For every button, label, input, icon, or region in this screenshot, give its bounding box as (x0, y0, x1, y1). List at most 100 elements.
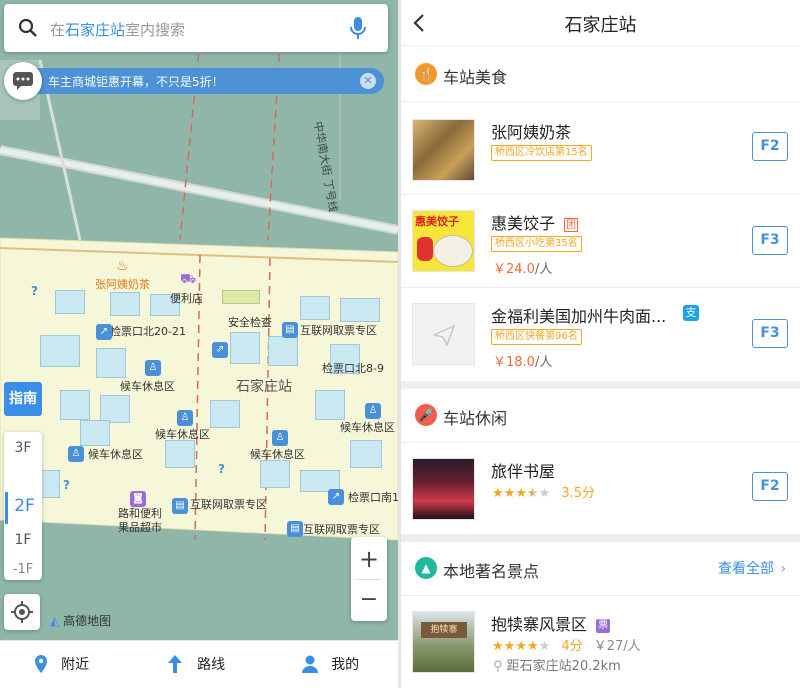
map-label-waiting-area-1[interactable]: 候车休息区 (120, 378, 175, 394)
half-star-icon: ★ (526, 486, 539, 501)
search-input[interactable]: 在石家庄站室内搜索 (50, 19, 185, 40)
empty-star-icon: ★ (538, 639, 551, 654)
floor-button[interactable]: F2 (752, 472, 788, 501)
floor-b1[interactable]: -1F (4, 562, 42, 577)
ticket-icon[interactable]: ▤ (282, 322, 298, 338)
list-item[interactable]: 抱犊寨 抱犊寨风景区 票 ★★★★★ 4分 ￥27/人 ⚲ 距石家庄站20.2k… (401, 597, 800, 688)
map-label-waiting-area-4[interactable]: 候车休息区 (88, 446, 143, 462)
map-label-waiting-area-5[interactable]: 候车休息区 (250, 446, 305, 462)
gate-icon[interactable]: ↗ (96, 324, 112, 340)
dumpling-photo: 惠美饺子 (412, 210, 475, 272)
map-label-road-market-2[interactable]: 果品超市 (118, 519, 162, 535)
escalator-icon[interactable]: ⇗ (212, 342, 228, 358)
star-rating: ★★★★★ 4分 ￥27/人 (492, 635, 641, 654)
star-icon: ★ (503, 486, 516, 501)
bottom-nav: 附近 路线 我的 (0, 640, 398, 688)
list-item[interactable]: 张阿姨奶茶 桥西区冷饮店第15名 F2 (401, 103, 800, 195)
indoor-search-bar[interactable]: 在石家庄站室内搜索 (4, 4, 388, 52)
map-label-gate-south[interactable]: 检票口南16 (348, 489, 398, 505)
store-cart-icon[interactable]: ⛟ (180, 272, 196, 289)
guide-button[interactable]: 指南 (4, 382, 42, 416)
mountain-icon: ▲ (415, 557, 437, 579)
rating-score: 3.5分 (561, 486, 596, 501)
floor-selector[interactable]: 3F 2F 1F -1F (4, 432, 42, 580)
zoom-in-button[interactable]: + (351, 539, 387, 579)
scenic-gate-sign: 抱犊寨 (421, 622, 467, 638)
dumpling-plate (433, 235, 473, 267)
mascot-figure (417, 237, 433, 261)
star-rating: ★★★★★ 3.5分 (492, 482, 595, 501)
nav-route[interactable]: 路线 (168, 653, 225, 674)
info-question-icon[interactable]: ? (63, 478, 70, 492)
map-label-internet-ticket-2[interactable]: 互联网取票专区 (190, 496, 267, 512)
nav-route-label: 路线 (197, 656, 226, 673)
waiting-seat-icon[interactable]: ♙ (145, 360, 161, 376)
floor-2f-active[interactable]: 2F (5, 492, 41, 524)
route-arrow-icon (168, 654, 182, 673)
microphone-icon: 🎤 (415, 404, 437, 426)
map-label-waiting-area-3[interactable]: 候车休息区 (155, 426, 210, 442)
map-label-waiting-area-2[interactable]: 候车休息区 (340, 419, 395, 435)
chevron-right-icon: › (780, 561, 787, 577)
map-label-milk-tea[interactable]: 张阿姨奶茶 (95, 276, 150, 292)
view-all-label: 查看全部 (718, 561, 774, 577)
scenic-photo: 抱犊寨 (412, 611, 475, 673)
ticket-icon[interactable]: ▤ (287, 521, 303, 537)
ticket-badge: 票 (596, 618, 611, 633)
waiting-seat-icon[interactable]: ♙ (177, 410, 193, 426)
item-name: 旅伴书屋 (491, 462, 556, 481)
item-name: 张阿姨奶茶 (491, 123, 572, 142)
list-item[interactable]: 金福利美国加州牛肉面... 支 桥西区快餐第96名 ￥18.0/人 F3 (401, 289, 800, 381)
paper-plane-icon (433, 324, 455, 346)
waiting-seat-icon[interactable]: ♙ (68, 446, 84, 462)
chat-bubble-icon (13, 72, 33, 90)
food-section-header: 🍴 车站美食 (401, 48, 800, 102)
drink-icon[interactable]: ♨ (116, 258, 129, 274)
shopping-bag-icon[interactable]: ◙ (130, 491, 146, 507)
nav-mine[interactable]: 我的 (302, 653, 359, 674)
map-label-internet-ticket-1[interactable]: 互联网取票专区 (300, 322, 377, 338)
page-title: 石家庄站 (564, 15, 637, 36)
list-item[interactable]: 旅伴书屋 ★★★★★ 3.5分 F2 (401, 444, 800, 534)
indoor-map-panel[interactable]: 张阿姨奶茶 便利店 安全检查 检票口北20-21 互联网取票专区 检票口北8-9… (0, 0, 398, 688)
empty-star-icon: ★ (538, 486, 551, 501)
list-item[interactable]: 惠美饺子 惠美饺子 团 桥西区小吃第35名 ￥24.0/人 F3 (401, 196, 800, 288)
section-gap (401, 381, 800, 389)
nav-mine-label: 我的 (331, 656, 360, 673)
map-label-convenience-store[interactable]: 便利店 (170, 290, 203, 306)
map-label-security-check[interactable]: 安全检查 (228, 314, 272, 330)
map-label-gate-north-8-9[interactable]: 检票口北8-9 (322, 360, 384, 376)
floor-1f[interactable]: 1F (4, 532, 42, 548)
search-placeholder-prefix: 在 (50, 21, 66, 39)
alipay-badge: 支 (683, 305, 699, 321)
ticket-icon[interactable]: ▤ (172, 498, 188, 514)
gate-icon[interactable]: ↗ (328, 489, 344, 505)
location-pin-icon (35, 654, 47, 673)
floor-button[interactable]: F3 (752, 319, 788, 348)
waiting-seat-icon[interactable]: ♙ (365, 403, 381, 419)
floor-button[interactable]: F3 (752, 226, 788, 255)
floor-3f[interactable]: 3F (4, 440, 42, 456)
info-question-icon[interactable]: ? (218, 462, 225, 476)
map-label-gate-north-20-21[interactable]: 检票口北20-21 (110, 323, 186, 339)
zoom-out-button[interactable]: − (351, 580, 387, 620)
floor-button[interactable]: F2 (752, 132, 788, 161)
map-label-internet-ticket-3[interactable]: 互联网取票专区 (303, 521, 380, 537)
star-icon: ★ (492, 486, 504, 501)
price: ￥24.0/人 (493, 258, 552, 277)
locate-me-button[interactable] (4, 594, 40, 630)
nav-nearby[interactable]: 附近 (34, 653, 89, 674)
waiting-seat-icon[interactable]: ♙ (272, 430, 288, 446)
ticket-price: ￥27/人 (593, 639, 641, 654)
close-icon[interactable]: ✕ (360, 73, 376, 89)
view-all-link[interactable]: 查看全部 › (718, 558, 786, 578)
promo-banner[interactable]: 车主商城钜惠开幕，不只是5折！ ✕ (22, 68, 384, 94)
message-bubble-button[interactable] (4, 62, 42, 100)
microphone-icon[interactable] (350, 16, 366, 40)
user-icon (302, 655, 318, 673)
info-question-icon[interactable]: ? (31, 284, 38, 298)
price-unit: /人 (534, 355, 553, 370)
rank-tag: 桥西区冷饮店第15名 (491, 145, 592, 161)
item-name-text: 惠美饺子 (491, 214, 556, 233)
star-icon: ★ (515, 486, 527, 501)
